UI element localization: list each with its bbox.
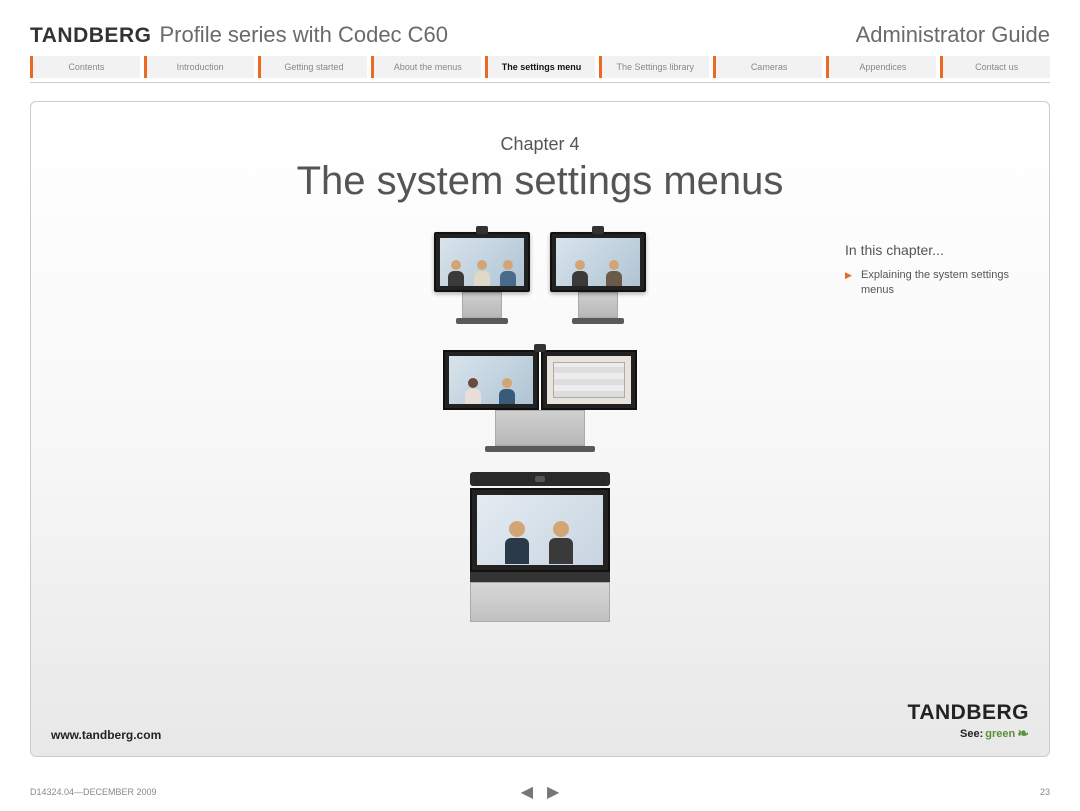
leaf-icon: ❧ [1017,725,1029,742]
device-dual [443,344,637,452]
tab-about-the-menus[interactable]: About the menus [371,56,481,78]
tab-getting-started[interactable]: Getting started [258,56,368,78]
device-row-top [434,226,646,324]
divider [30,82,1050,83]
next-page-arrow-icon[interactable]: ▶ [547,782,559,802]
device-single-left [434,226,530,324]
brand-logo: TANDBERG [30,24,151,48]
tab-the-settings-menu[interactable]: The settings menu [485,56,595,78]
guide-title: Administrator Guide [856,22,1050,48]
tab-bar: Contents Introduction Getting started Ab… [30,56,1050,78]
page-header: TANDBERG Profile series with Codec C60 A… [30,22,1050,48]
website-url[interactable]: www.tandberg.com [51,728,161,742]
series-title: Profile series with Codec C60 [159,22,448,48]
page-footer: D14324.04—DECEMBER 2009 ◀ ▶ 23 [30,787,1050,797]
chapter-title: The system settings menus [51,159,1029,204]
chapter-content-box: Chapter 4 The system settings menus [30,101,1050,757]
green-label: green [985,728,1015,740]
tab-contents[interactable]: Contents [30,56,140,78]
device-illustrations [390,226,690,622]
toc-heading: In this chapter... [845,242,1025,258]
toc-item-explaining[interactable]: Explaining the system settings menus [845,268,1025,299]
page-number: 23 [1040,787,1050,797]
in-this-chapter-box: In this chapter... Explaining the system… [845,242,1025,299]
see-label: See: [960,728,983,740]
tab-contact-us[interactable]: Contact us [940,56,1050,78]
nav-arrows: ◀ ▶ [521,782,560,802]
see-green-tagline: See: green ❧ [908,725,1029,742]
tab-cameras[interactable]: Cameras [713,56,823,78]
box-footer: www.tandberg.com TANDBERG See: green ❧ [51,701,1029,742]
tab-appendices[interactable]: Appendices [826,56,936,78]
tab-the-settings-library[interactable]: The Settings library [599,56,709,78]
chapter-label: Chapter 4 [51,134,1029,155]
device-large [470,472,610,622]
doc-id: D14324.04—DECEMBER 2009 [30,787,157,797]
footer-brand: TANDBERG [908,701,1029,725]
device-single-right [550,226,646,324]
prev-page-arrow-icon[interactable]: ◀ [521,782,533,802]
tab-introduction[interactable]: Introduction [144,56,254,78]
